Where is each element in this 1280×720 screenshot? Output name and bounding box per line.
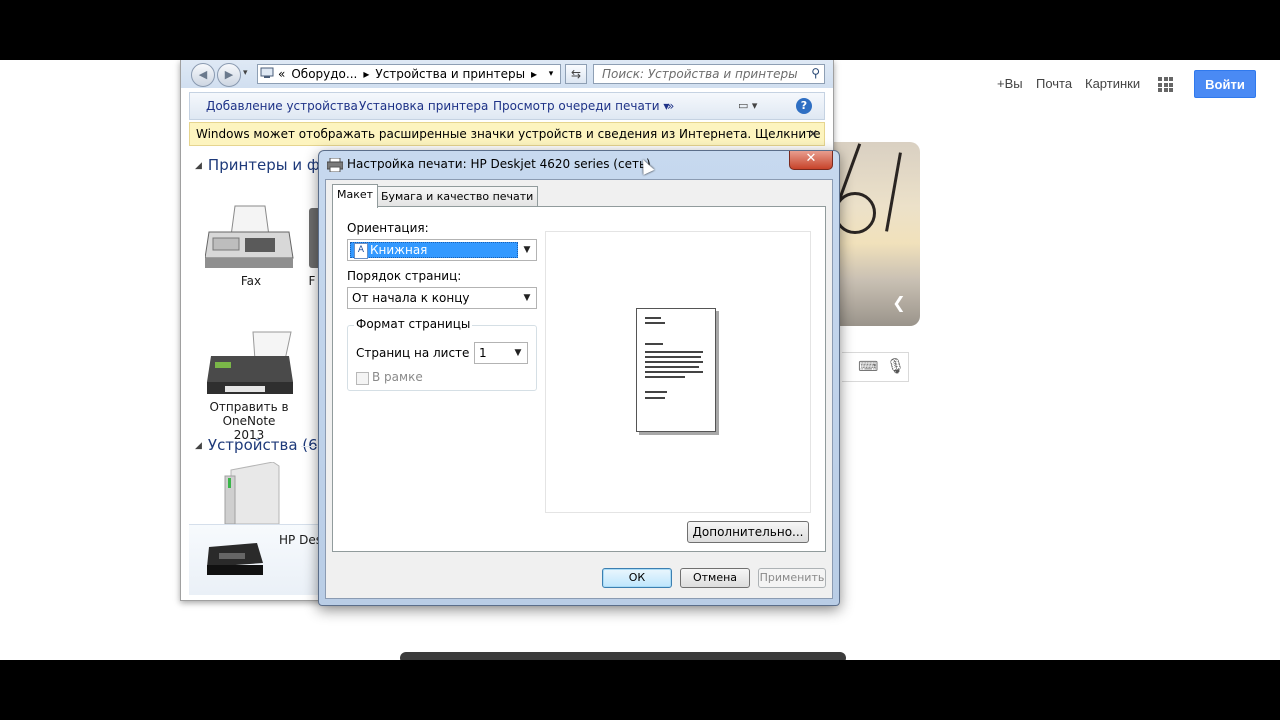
add-device-button[interactable]: Добавление устройства — [206, 93, 358, 119]
page-format-group: Формат страницы Страниц на листе 1 ▼ В р… — [347, 317, 537, 391]
border-label: В рамке — [372, 370, 423, 384]
breadcrumb-separator[interactable]: ▸ — [531, 67, 537, 81]
tab-paper-quality[interactable]: Бумага и качество печати — [376, 186, 539, 207]
cancel-button[interactable]: Отмена — [680, 568, 750, 588]
orientation-value: Книжная — [370, 243, 428, 257]
apply-button[interactable]: Применить — [758, 568, 826, 588]
ok-button[interactable]: ОК — [602, 568, 672, 588]
pages-per-sheet-select[interactable]: 1 ▼ — [474, 342, 528, 364]
breadcrumb-devices-printers[interactable]: Устройства и принтеры — [375, 67, 525, 81]
change-view-icon[interactable]: ▭ ▾ — [738, 99, 768, 113]
chevron-down-icon[interactable]: ▼ — [520, 240, 534, 260]
share-icon[interactable]: ❮ — [888, 292, 910, 314]
printers-group-header[interactable]: ◢ Принтеры и фак — [195, 156, 338, 174]
orientation-label: Ориентация: — [347, 221, 429, 235]
border-checkbox[interactable] — [356, 372, 369, 385]
gmail-link[interactable]: Почта — [1036, 76, 1072, 91]
page-order-select[interactable]: От начала к концу ▼ — [347, 287, 537, 309]
advanced-button[interactable]: Дополнительно... — [687, 521, 809, 543]
chevron-down-icon[interactable]: ▼ — [520, 288, 534, 308]
back-button[interactable]: ◀ — [191, 63, 215, 87]
page-order-value: От начала к концу — [352, 291, 470, 305]
add-printer-button[interactable]: Установка принтера — [359, 93, 488, 119]
collapse-triangle-icon[interactable]: ◢ — [195, 441, 202, 451]
printer-icon — [327, 158, 343, 172]
info-bar-text: Windows может отображать расширенные зна… — [196, 127, 824, 141]
onenote-printer-icon[interactable] — [205, 330, 295, 402]
horizontal-scrollbar[interactable] — [400, 652, 846, 660]
breadcrumb-overflow[interactable]: « — [278, 67, 285, 81]
letterbox-bottom — [0, 660, 1280, 720]
close-icon[interactable]: ✕ — [808, 123, 818, 145]
google-plus-link[interactable]: +Вы — [997, 76, 1023, 91]
breadcrumb-hardware[interactable]: Оборудо... — [291, 67, 357, 81]
onenote-label-line1: Отправить в — [209, 400, 289, 414]
fax-device-icon[interactable] — [205, 202, 297, 276]
breadcrumb-separator[interactable]: ▸ — [363, 67, 369, 81]
breadcrumb: « Оборудо... ▸ Устройства и принтеры ▸ — [278, 65, 543, 83]
apps-grid-icon[interactable] — [1158, 77, 1173, 92]
command-bar: Добавление устройства Установка принтера… — [189, 92, 825, 120]
collapse-triangle-icon[interactable]: ◢ — [195, 161, 202, 171]
print-queue-button[interactable]: Просмотр очереди печати ▾ — [493, 93, 669, 119]
device-label-partial: F — [308, 274, 316, 288]
more-commands-button[interactable]: » — [667, 93, 674, 119]
devices-group-header[interactable]: ◢ Устройства (6) — [195, 436, 324, 454]
address-row: ◀ ▶ ▾ « Оборудо... ▸ Устройства и принтеры ▸… — [181, 60, 833, 88]
group-divider — [301, 446, 317, 447]
portrait-icon: A — [354, 243, 368, 259]
doodle-rope — [834, 192, 876, 234]
tab-layout[interactable]: Макет — [332, 184, 379, 208]
dialog-client-area: Макет Бумага и качество печати Ориентаци… — [325, 179, 833, 599]
hp-printer-icon — [207, 543, 263, 575]
preview-sheet — [636, 308, 716, 432]
control-panel-icon — [260, 67, 274, 78]
dialog-title: Настройка печати: HP Deskjet 4620 series… — [347, 157, 651, 171]
chevron-down-icon[interactable]: ▼ — [511, 343, 525, 363]
page-preview — [545, 231, 811, 513]
microphone-icon[interactable]: 🎙 — [886, 357, 905, 375]
sign-in-button[interactable]: Войти — [1194, 70, 1256, 98]
page-order-label: Порядок страниц: — [347, 269, 462, 283]
screen: +Вы Почта Картинки Войти ❮ ⌨ 🎙 ◀ ▶ ▾ « Об… — [0, 60, 1280, 660]
info-bar[interactable]: Windows может отображать расширенные зна… — [189, 122, 825, 146]
history-dropdown-icon[interactable]: ▾ — [243, 68, 248, 78]
search-placeholder: Поиск: Устройства и принтеры — [602, 67, 798, 81]
doodle-stick — [885, 152, 902, 232]
pages-per-sheet-label: Страниц на листе — [356, 346, 470, 360]
print-preferences-dialog: Настройка печати: HP Deskjet 4620 series… — [318, 150, 840, 606]
google-search-box[interactable]: ⌨ 🎙 — [842, 352, 909, 382]
search-icon[interactable]: ⚲ — [811, 66, 820, 80]
orientation-select[interactable]: A Книжная ▼ — [347, 239, 537, 261]
external-drive-icon[interactable] — [221, 462, 283, 524]
keyboard-icon[interactable]: ⌨ — [858, 359, 878, 375]
refresh-button[interactable]: ⇆ — [565, 64, 587, 84]
page-format-legend: Формат страницы — [354, 317, 473, 331]
layout-tab-panel: Ориентация: A Книжная ▼ Порядок страниц:… — [332, 206, 826, 552]
pages-per-sheet-value: 1 — [479, 346, 487, 360]
address-bar[interactable]: « Оборудо... ▸ Устройства и принтеры ▸ ▾ — [257, 64, 561, 84]
forward-button[interactable]: ▶ — [217, 63, 241, 87]
images-link[interactable]: Картинки — [1085, 76, 1140, 91]
search-input[interactable]: Поиск: Устройства и принтеры ⚲ — [593, 64, 825, 84]
address-dropdown-icon[interactable]: ▾ — [541, 65, 560, 83]
fax-label: Fax — [240, 274, 262, 288]
close-button[interactable]: ✕ — [789, 151, 833, 170]
letterbox-top — [0, 0, 1280, 60]
help-icon[interactable]: ? — [796, 98, 812, 114]
devices-group-label: Устройства (6) — [207, 436, 324, 454]
